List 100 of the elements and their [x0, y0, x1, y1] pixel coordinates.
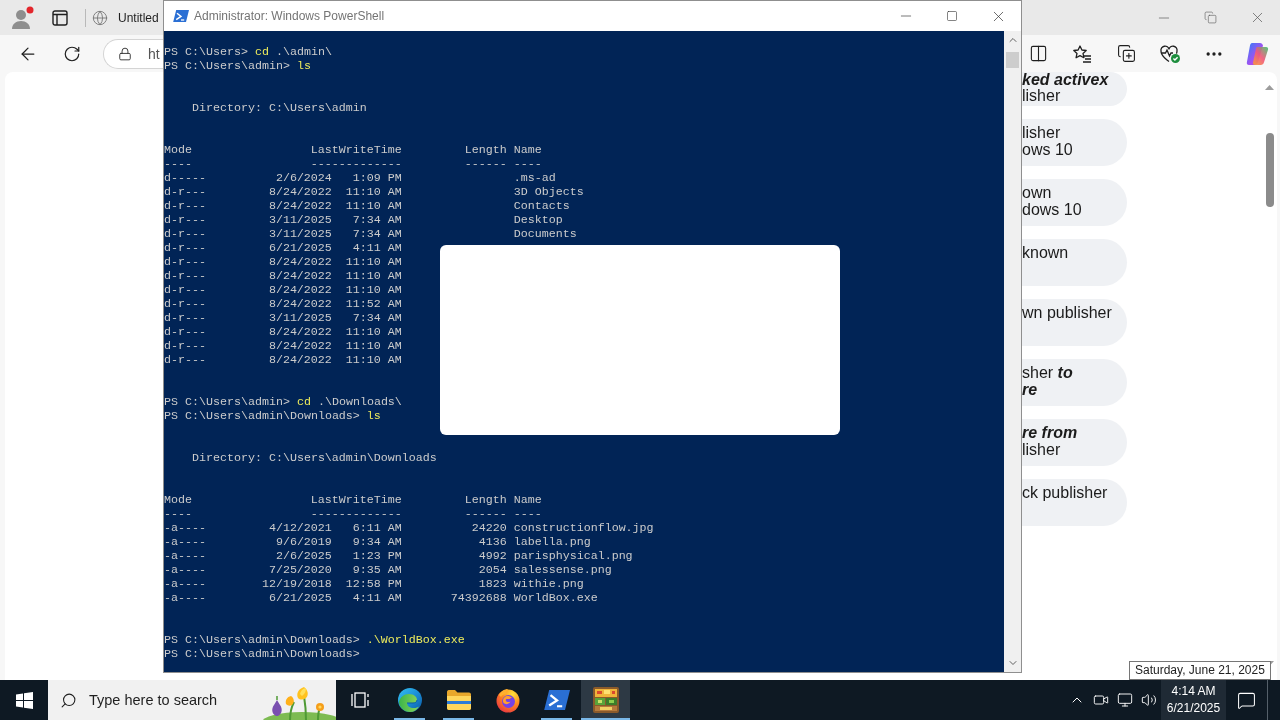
mode-text: -a----: [164, 577, 206, 591]
browser-swirl-icon[interactable]: [396, 687, 423, 713]
dash-rule-text: -------------: [310, 507, 402, 521]
window-title: Administrator: Windows PowerShell: [194, 9, 385, 23]
mode-text: d-r---: [164, 353, 206, 367]
date-text: 8/24/2022: [268, 297, 332, 311]
time-text: 4:11 AM: [352, 591, 402, 605]
mode-text: d-r---: [164, 283, 206, 297]
file-name-text: labella.png: [513, 535, 591, 549]
date-text: 8/24/2022: [268, 325, 332, 339]
file-name-text: constructionflow.jpg: [513, 521, 654, 535]
suggestion-pill[interactable]: lisher ows 10: [1022, 119, 1127, 166]
folder-icon[interactable]: [445, 689, 472, 711]
copy-plus-icon[interactable]: [1116, 44, 1136, 63]
command-line: PS C:\Users\admin\Downloads>: [164, 647, 360, 661]
date-text: 8/24/2022: [268, 283, 332, 297]
mode-text: -a----: [164, 521, 206, 535]
mode-text: d-r---: [164, 297, 206, 311]
command-line: PS C:\Users\admin> cd .\Downloads\: [164, 395, 402, 409]
size-text: 4992: [478, 549, 507, 563]
suggestion-pill[interactable]: ck publisher: [1022, 479, 1127, 526]
mode-text: d-r---: [164, 241, 206, 255]
suggestion-pill[interactable]: own dows 10: [1022, 179, 1127, 226]
date-text: 8/24/2022: [268, 353, 332, 367]
column-heading: Name: [513, 143, 542, 157]
command-line: PS C:\Users\admin\Downloads> .\WorldBox.exe: [164, 633, 465, 647]
time-text: 1:23 PM: [352, 549, 402, 563]
start-icon[interactable]: [15, 691, 33, 709]
time-text: 11:10 AM: [345, 185, 402, 199]
suggestion-pill[interactable]: known: [1022, 239, 1127, 286]
heart-pulse-check-icon[interactable]: [1159, 43, 1181, 64]
mode-text: -a----: [164, 591, 206, 605]
column-heading: Length: [464, 143, 507, 157]
size-text: 1823: [478, 577, 507, 591]
date-text: 9/6/2019: [275, 535, 332, 549]
scrollbar-thumb[interactable]: [1006, 52, 1019, 68]
dash-rule-text: -------------: [310, 157, 402, 171]
size-text: 2054: [478, 563, 507, 577]
time-text: 11:52 AM: [345, 297, 402, 311]
file-name-text: salessense.png: [513, 563, 612, 577]
sidebar-window-icon[interactable]: [52, 9, 68, 26]
refresh-icon[interactable]: [63, 44, 81, 63]
suggestion-pill[interactable]: wn publisher: [1022, 299, 1127, 346]
size-text: 24220: [471, 521, 507, 535]
mode-text: d-r---: [164, 269, 206, 283]
date-text: 12/19/2018: [261, 577, 332, 591]
dash-rule-text: ------: [464, 157, 507, 171]
search-field[interactable]: Type here to search: [48, 680, 336, 720]
directory-path-text: Directory: C:\Users\admin\Downloads: [191, 451, 437, 465]
file-name-text: Contacts: [513, 199, 570, 213]
time-text: 11:10 AM: [345, 339, 402, 353]
date-text: 8/24/2022: [268, 339, 332, 353]
mode-text: -a----: [164, 563, 206, 577]
notification-icon[interactable]: [1236, 690, 1256, 710]
suggestion-pill[interactable]: re from lisher: [1022, 419, 1127, 466]
terminal-app-icon: [173, 9, 189, 23]
browser-tab[interactable]: Untitled: [92, 0, 159, 35]
scrollbar-thumb[interactable]: [1265, 133, 1274, 207]
command-line: PS C:\Users> cd .\admin\: [164, 45, 332, 59]
date-text: 3/11/2025: [268, 213, 332, 227]
mode-text: d-r---: [164, 255, 206, 269]
date-text: 6/21/2025: [268, 241, 332, 255]
mode-text: -a----: [164, 549, 206, 563]
search-icon[interactable]: [60, 691, 77, 709]
camera-icon[interactable]: [1093, 692, 1109, 708]
volume-icon[interactable]: [1141, 692, 1157, 708]
address-field[interactable]: ht: [103, 38, 163, 69]
dash-rule-text: ----: [513, 157, 542, 171]
split-screen-icon[interactable]: [1028, 44, 1048, 63]
mode-text: -a----: [164, 535, 206, 549]
clock-button[interactable]: 4:14 AM 6/21/2025: [1161, 680, 1226, 720]
time-text: 11:10 AM: [345, 255, 402, 269]
terminal-icon[interactable]: [543, 689, 570, 711]
fox-browser-icon[interactable]: [494, 687, 521, 713]
date-tooltip: Saturday, June 21, 2025: [1129, 661, 1271, 680]
date-text: 8/24/2022: [268, 255, 332, 269]
date-text: 2/6/2025: [275, 549, 332, 563]
scroll-up-icon[interactable]: [1265, 85, 1274, 90]
task-view-icon[interactable]: [350, 691, 371, 709]
date-text: 8/24/2022: [268, 269, 332, 283]
taskbar-app-button[interactable]: [581, 680, 630, 720]
mode-text: d-r---: [164, 311, 206, 325]
favorites-star-icon[interactable]: [1072, 43, 1092, 64]
file-name-text: parisphysical.png: [513, 549, 633, 563]
column-heading: Mode: [164, 493, 192, 507]
time-text: 7:34 AM: [352, 213, 402, 227]
suggestion-pill[interactable]: sher to re: [1022, 359, 1127, 406]
time-text: 9:35 AM: [352, 563, 402, 577]
pixel-art-icon[interactable]: [592, 687, 619, 713]
date-text: 3/11/2025: [268, 311, 332, 325]
size-text: 4136: [478, 535, 507, 549]
command-line: PS C:\Users\admin> ls: [164, 59, 311, 73]
column-heading: LastWriteTime: [310, 493, 402, 507]
mode-text: d-r---: [164, 325, 206, 339]
monitor-icon[interactable]: [1117, 692, 1133, 708]
suggestion-pill[interactable]: ked activex lisher: [1022, 72, 1127, 106]
maximize-icon[interactable]: [946, 10, 958, 22]
file-name-text: WorldBox.exe: [513, 591, 598, 605]
time-text: 7:34 AM: [352, 311, 402, 325]
date-text: 6/21/2025: [268, 591, 332, 605]
